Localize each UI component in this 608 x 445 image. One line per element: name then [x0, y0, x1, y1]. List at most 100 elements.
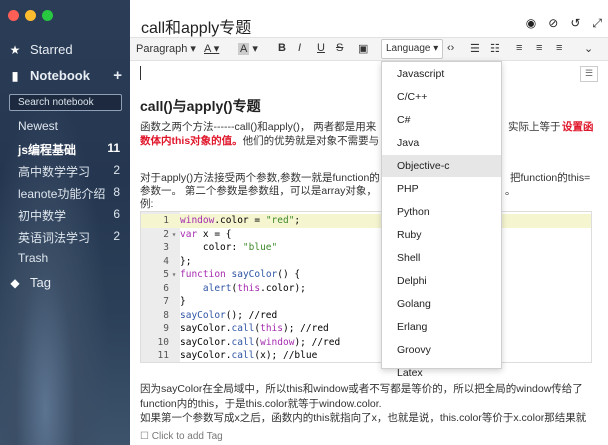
- zoom-window-button[interactable]: [42, 10, 53, 21]
- bullet-list-icon[interactable]: ☰: [470, 42, 480, 55]
- strikethrough-button[interactable]: S: [336, 42, 343, 54]
- sidebar-item-middleschool-math[interactable]: 初中数学 6: [18, 207, 126, 224]
- code-line-number: 4: [163, 255, 169, 267]
- language-option[interactable]: Golang: [382, 293, 501, 315]
- language-option[interactable]: PHP: [382, 178, 501, 200]
- code-line[interactable]: 1 window.color = "red";: [141, 214, 591, 228]
- sidebar-item-js[interactable]: js编程基础 11: [18, 141, 126, 158]
- code-block[interactable]: 1 window.color = "red"; 2 ▾ var x = {3 color…: [140, 211, 592, 363]
- sidebar-item-trash[interactable]: Trash: [18, 251, 126, 265]
- language-option[interactable]: Groovy: [382, 339, 501, 361]
- sidebar-item-count: 2: [113, 163, 120, 177]
- code-line[interactable]: 2 ▾ var x = {: [141, 228, 591, 242]
- sidebar-notebook-header[interactable]: ▮ Notebook +: [0, 67, 130, 84]
- align-left-icon[interactable]: ≡: [516, 42, 522, 54]
- sidebar-item-label: 高中数学学习: [18, 165, 91, 179]
- paragraph-2-line2: 参数一。 第二个参数是参数组，可以是array对象， 。: [140, 183, 516, 198]
- code-line-number: 6: [163, 282, 169, 294]
- code-line-text: var x = {: [180, 228, 232, 240]
- sidebar-item-label: leanote功能介绍: [18, 187, 106, 201]
- language-option[interactable]: Ruby: [382, 224, 501, 246]
- paragraph-1: 函数之两个方法------call()和apply()， 两者都是用来 实际上等…: [140, 119, 594, 134]
- attachment-icon[interactable]: ⊘: [548, 16, 558, 31]
- fold-chevron-icon[interactable]: ▾: [169, 268, 179, 282]
- code-line[interactable]: 7}: [141, 295, 591, 309]
- text-cursor: [140, 66, 141, 80]
- add-tag-field[interactable]: ☐ Click to add Tag: [140, 431, 223, 442]
- paragraph-3-line3: 如果第一个参数写成x之后，函数内的this就指向了x，也就是说，this.col…: [140, 412, 587, 424]
- fullscreen-icon[interactable]: ⤢: [592, 16, 602, 31]
- sidebar-item-count: 11: [107, 141, 120, 155]
- sidebar-item-leanote[interactable]: leanote功能介绍 8: [18, 185, 126, 202]
- language-option[interactable]: Latex: [382, 362, 501, 384]
- star-icon: ★: [9, 42, 21, 57]
- fold-chevron-icon[interactable]: ▾: [169, 228, 179, 242]
- paragraph-2-text-2b: 。: [505, 185, 516, 197]
- sidebar-item-highschool-math[interactable]: 高中数学学习 2: [18, 163, 126, 180]
- paragraph-select[interactable]: Paragraph ▾: [136, 42, 196, 55]
- sidebar-item-english[interactable]: 英语词法学习 2: [18, 229, 126, 246]
- code-line-number: 2: [163, 228, 169, 240]
- search-notebook-input[interactable]: Search notebook: [9, 94, 122, 111]
- align-center-icon[interactable]: ≡: [536, 42, 542, 54]
- language-option[interactable]: C#: [382, 109, 501, 131]
- minimize-window-button[interactable]: [25, 10, 36, 21]
- code-line[interactable]: 9 sayColor.call(this); //red: [141, 322, 591, 336]
- note-title[interactable]: call和apply专题: [141, 14, 251, 38]
- close-window-button[interactable]: [8, 10, 19, 21]
- paragraph-1-text-b: 实际上等于: [508, 121, 561, 133]
- sidebar-starred[interactable]: ★ Starred: [0, 42, 130, 57]
- code-icon[interactable]: ‹›: [447, 42, 454, 54]
- language-option[interactable]: Shell: [382, 247, 501, 269]
- language-option[interactable]: Objective-c: [382, 155, 501, 177]
- paragraph-3-line2: function内的this，于是this.color就等于window.col…: [140, 398, 382, 410]
- code-line-text: sayColor.call(x); //blue: [180, 350, 318, 361]
- bold-button[interactable]: B: [278, 42, 286, 54]
- underline-button[interactable]: U: [317, 42, 325, 54]
- align-right-icon[interactable]: ≡: [556, 42, 562, 54]
- code-line[interactable]: 4};: [141, 255, 591, 269]
- paragraph-1-text-2: 他们的优势就是对象不需要与: [242, 135, 380, 147]
- code-line[interactable]: 11 sayColor.call(x); //blue: [141, 349, 591, 363]
- code-line-text: sayColor.call(this); //red: [180, 323, 329, 334]
- notebook-icon: ▮: [11, 68, 19, 83]
- font-color-button[interactable]: A ▾: [204, 42, 219, 55]
- code-line[interactable]: 8 sayColor(); //red: [141, 309, 591, 323]
- more-chevron-icon[interactable]: ⌄: [584, 42, 593, 55]
- paragraph-label: Paragraph: [136, 43, 188, 55]
- sidebar-item-count: 8: [113, 185, 120, 199]
- code-line-number: 8: [163, 309, 169, 321]
- language-option[interactable]: Erlang: [382, 316, 501, 338]
- history-icon[interactable]: ↺: [570, 16, 580, 31]
- paragraph-3: 因为sayColor在全局域中，所以this和window或者不写都是等价的，所…: [140, 383, 583, 395]
- code-line[interactable]: 6 alert(this.color);: [141, 282, 591, 296]
- sidebar-item-count: 2: [113, 229, 120, 243]
- eye-icon[interactable]: ◉: [526, 16, 536, 31]
- code-line-number: 10: [157, 336, 169, 348]
- language-option[interactable]: Java: [382, 132, 501, 154]
- language-option[interactable]: Delphi: [382, 270, 501, 292]
- language-option[interactable]: Javascript: [382, 63, 501, 85]
- code-line[interactable]: 5 ▾ function sayColor() {: [141, 268, 591, 282]
- sidebar-item-newest[interactable]: Newest: [18, 119, 126, 133]
- sidebar-notebook-label: Notebook: [30, 68, 90, 83]
- code-line-number: 7: [163, 296, 169, 307]
- code-line-number: 11: [157, 350, 169, 361]
- code-line-text: }: [180, 296, 186, 307]
- title-actions: ◉ ⊘ ↺ ⤢: [526, 16, 602, 31]
- language-select[interactable]: Language ▾: [381, 39, 444, 59]
- italic-button[interactable]: I: [298, 42, 301, 54]
- code-line-text: window.color = "red";: [180, 215, 301, 226]
- code-line[interactable]: 10 sayColor.call(window); //red: [141, 336, 591, 350]
- paragraph-2-text-b: 把function的this=: [510, 172, 591, 184]
- code-line[interactable]: 3 color: "blue": [141, 241, 591, 255]
- toc-icon[interactable]: ☰: [580, 66, 598, 82]
- numbered-list-icon[interactable]: ☷: [490, 42, 500, 55]
- image-icon[interactable]: ▣: [358, 42, 368, 55]
- paragraph-1-line2: 数体内this对象的值。他们的优势就是对象不需要与: [140, 133, 379, 148]
- background-color-button[interactable]: A ▾: [238, 42, 258, 55]
- sidebar-tag[interactable]: ◆ Tag: [0, 275, 130, 290]
- add-notebook-button[interactable]: +: [113, 67, 122, 84]
- language-option[interactable]: Python: [382, 201, 501, 223]
- language-option[interactable]: C/C++: [382, 86, 501, 108]
